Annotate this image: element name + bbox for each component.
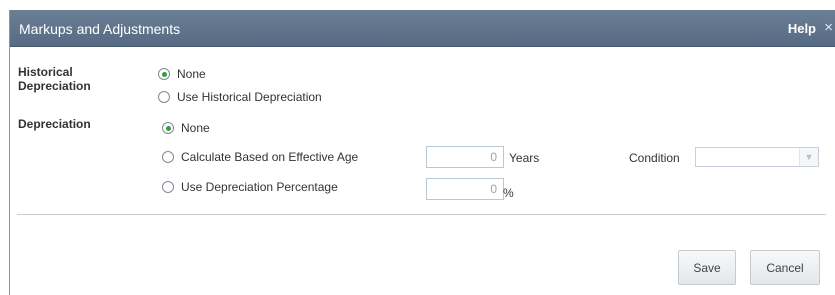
save-button[interactable]: Save bbox=[678, 250, 736, 285]
radio-selected-icon[interactable] bbox=[162, 122, 174, 134]
historical-depreciation-label: Historical Depreciation bbox=[18, 65, 91, 93]
depreciation-none-radio[interactable]: None bbox=[162, 121, 210, 135]
dialog-title: Markups and Adjustments bbox=[19, 21, 181, 37]
historical-depreciation-label-line1: Historical bbox=[18, 65, 73, 79]
divider bbox=[17, 214, 826, 215]
depreciation-label: Depreciation bbox=[18, 117, 91, 131]
cancel-button[interactable]: Cancel bbox=[750, 250, 820, 285]
radio-unselected-icon[interactable] bbox=[162, 181, 174, 193]
radio-selected-icon[interactable] bbox=[158, 68, 170, 80]
effective-age-radio[interactable]: Calculate Based on Effective Age bbox=[162, 150, 358, 164]
condition-label: Condition bbox=[629, 151, 680, 165]
radio-unselected-icon[interactable] bbox=[162, 151, 174, 163]
depreciation-percentage-label: Use Depreciation Percentage bbox=[181, 180, 338, 194]
effective-age-label: Calculate Based on Effective Age bbox=[181, 150, 359, 164]
chevron-down-icon[interactable]: ▼ bbox=[799, 148, 818, 166]
effective-age-input[interactable] bbox=[426, 146, 504, 168]
years-unit-label: Years bbox=[509, 151, 540, 165]
historical-depreciation-label-line2: Depreciation bbox=[18, 79, 91, 93]
depreciation-none-label: None bbox=[181, 121, 210, 135]
use-historical-depreciation-label: Use Historical Depreciation bbox=[177, 90, 322, 104]
percent-unit-label: % bbox=[503, 186, 514, 200]
condition-select[interactable]: ▼ bbox=[695, 147, 819, 167]
use-historical-depreciation-radio[interactable]: Use Historical Depreciation bbox=[158, 90, 322, 104]
help-link[interactable]: Help bbox=[788, 21, 816, 36]
depreciation-percentage-input[interactable] bbox=[426, 178, 504, 200]
close-icon[interactable]: × bbox=[824, 19, 833, 36]
historical-none-label: None bbox=[177, 67, 206, 81]
historical-none-radio[interactable]: None bbox=[158, 67, 206, 81]
radio-unselected-icon[interactable] bbox=[158, 91, 170, 103]
depreciation-percentage-radio[interactable]: Use Depreciation Percentage bbox=[162, 180, 338, 194]
dialog-titlebar[interactable]: Markups and Adjustments Help × bbox=[10, 10, 835, 47]
